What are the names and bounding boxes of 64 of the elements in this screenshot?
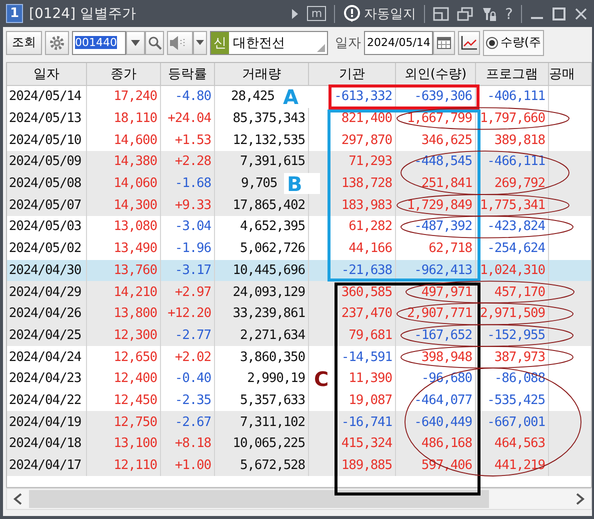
column-header[interactable]: 프로그램 [476,63,549,86]
annotation-label: C [313,368,330,390]
gear-icon [49,34,65,50]
search-button[interactable] [145,30,164,54]
dropdown-button[interactable] [193,30,207,54]
window-title: [0124] 일별주가 [29,4,136,22]
program-cell: 441,219 [476,454,549,476]
table-row[interactable]: 2024/04/26 13,800 +12.20 33,239,861 237,470 2,907,771 2,971,509 [7,302,591,325]
line-chart-icon [461,36,478,50]
resize-grip-icon [317,44,325,52]
scrollbar-thumb[interactable] [29,490,489,508]
help-button[interactable]: ? [505,4,513,22]
maximize-icon[interactable] [552,6,566,20]
stock-code-field[interactable]: 001440 [72,30,126,54]
rate-cell: +1.00 [161,454,215,476]
price-cell: 12,110 [87,454,161,476]
quantity-radio[interactable]: 수량(주 [483,30,544,56]
column-header[interactable]: 기관 [309,63,396,86]
table-row[interactable]: 2024/04/18 13,100 +8.18 10,065,225 415,324 486,168 464,563 [7,433,591,455]
date-field[interactable]: 2024/05/14 [364,30,434,54]
table-row[interactable]: 2024/04/22 12,450 -2.35 5,357,633 19,087 -464,077 -535,425 [7,390,591,412]
column-header[interactable]: 종가 [87,63,161,86]
date-cell: 2024/04/17 [7,454,87,476]
table-row[interactable]: 2024/04/25 12,300 -2.77 2,271,634 79,681 -167,652 -152,955 [7,324,591,346]
date-label: 일자 [335,34,361,52]
auto-log-button[interactable]: 자동일지 [364,4,416,22]
volume-cell: 5,672,528 [215,454,309,476]
stock-name: 대한전선 [233,34,285,52]
query-button[interactable]: 조회 [6,30,42,54]
table-row[interactable]: 2024/04/30 13,760 -3.17 10,445,696 -21,638 -962,413 1,024,310 [7,260,591,282]
close-icon[interactable] [574,6,588,20]
table-row[interactable]: 2024/05/08 14,060 -1.68 9,705 B 138,728 251,841 269,792 [7,172,591,194]
column-header[interactable]: 거래량 [215,63,309,86]
caret-icon [131,40,140,46]
column-header[interactable]: 등락률 [161,63,215,86]
scroll-right-icon[interactable] [575,493,585,505]
play-icon[interactable] [291,8,300,20]
memo-button[interactable]: m [307,6,326,21]
caret-icon [196,40,204,45]
market-badge: 신 [211,32,229,54]
sound-button[interactable] [167,30,193,54]
settings-button[interactable] [45,30,69,54]
column-header[interactable]: 외인(수량) [396,63,476,86]
window-number-badge: 1 [6,4,23,23]
alert-icon[interactable] [343,4,362,22]
column-header[interactable]: 공매 [549,63,591,86]
institution-cell: 189,885 [309,454,396,476]
windows-icon[interactable] [457,6,474,20]
pin-lock-icon[interactable] [481,6,498,22]
column-header[interactable]: 일자 [7,63,87,86]
table-row[interactable]: 2024/05/07 14,300 +9.33 17,865,402 183,983 1,729,849 1,775,341 [7,194,591,216]
calendar-button[interactable] [433,30,456,54]
dropdown-button[interactable] [126,30,145,54]
stock-name-field[interactable]: 신 대한전선 [210,30,328,54]
table-row[interactable]: 2024/04/29 14,210 +2.97 24,093,129 360,585 497,971 457,170 [7,281,591,303]
table-row[interactable]: 2024/04/19 12,750 -2.67 7,311,102 -16,741 -640,449 -667,001 [7,411,591,433]
layout-icon[interactable] [433,6,450,20]
chart-button[interactable] [458,30,480,54]
calendar-icon [437,36,452,48]
annotation-label: B [284,172,320,194]
foreign-cell: -639,306 [396,86,476,108]
table-row[interactable]: 2024/05/09 14,380 +2.28 7,391,615 71,293 -448,545 -466,111 [7,151,591,173]
scroll-left-icon[interactable] [13,493,23,505]
search-icon [148,36,162,50]
